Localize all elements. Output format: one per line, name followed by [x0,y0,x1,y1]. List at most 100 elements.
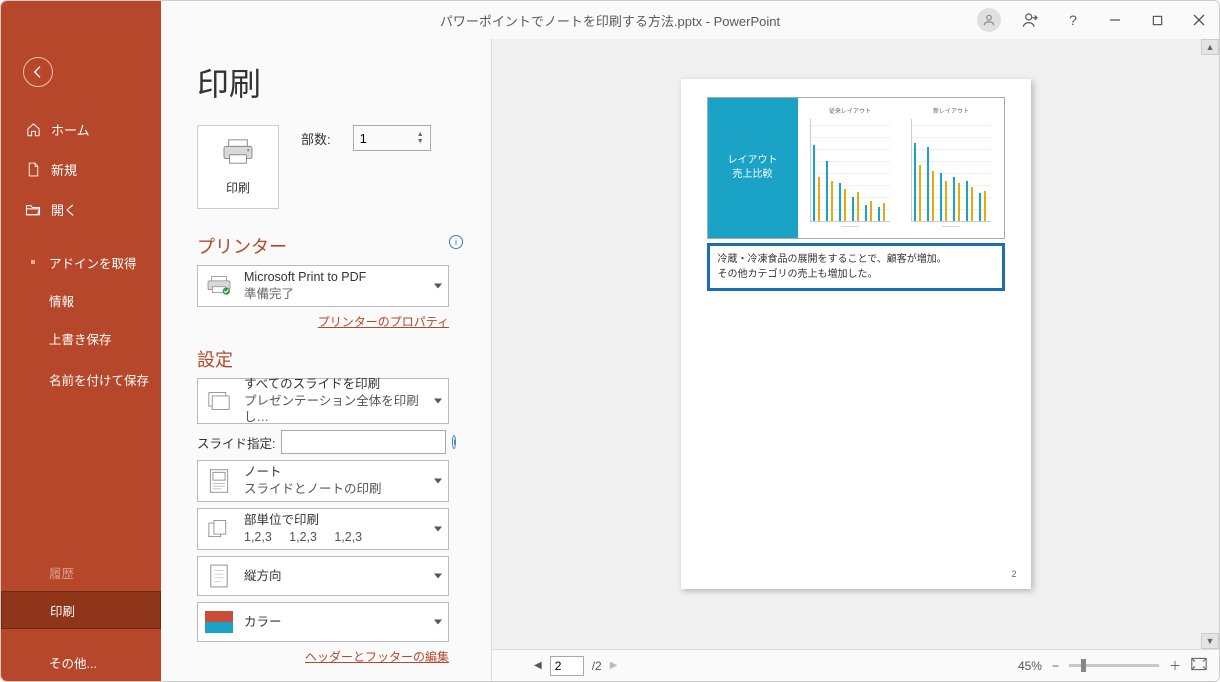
chevron-down-icon [434,284,442,289]
notes-line1: 冷蔵・冷凍食品の展開をすることで、顧客が増加。 [718,252,994,267]
slide-title-block: レイアウト 売上比較 [708,98,798,238]
printer-heading: プリンター i [197,233,461,259]
chart-2-axis: ───── [942,224,960,230]
collate-dropdown[interactable]: 部単位で印刷 1,2,3 1,2,3 1,2,3 [197,508,449,550]
print-options-panel: 印刷 印刷 部数: 1 ▲▼ プリンター [161,39,491,681]
slide-thumbnail: レイアウト 売上比較 従来レイアウト ───── 新レイアウ [707,97,1005,239]
help-icon[interactable]: ? [1061,8,1085,32]
sidebar-item-label: アドインを取得 [49,253,137,272]
color-line1: カラー [244,614,442,631]
printer-icon [221,138,255,171]
portrait-icon [204,561,234,591]
next-page-button[interactable]: ▶ [610,660,618,671]
color-swatch-icon [204,607,234,637]
sidebar-item-label: 履歴 [49,563,74,582]
slide-charts: 従来レイアウト ───── 新レイアウト ───── [798,98,1004,238]
print-range-dropdown[interactable]: すべてのスライドを印刷 プレゼンテーション全体を印刷し… [197,378,449,424]
zoom-to-fit-button[interactable] [1191,657,1207,674]
sidebar-item-get-addins[interactable]: アドインを取得 [1,243,161,281]
open-icon [25,201,41,217]
backstage-body: ホーム 新規 開く アドインを取得 情報 上書き保存 名前を付けて保存 履歴 印… [1,39,1219,681]
sidebar-item-new[interactable]: 新規 [1,149,161,189]
chevron-down-icon [434,527,442,532]
backstage-sidebar: ホーム 新規 開く アドインを取得 情報 上書き保存 名前を付けて保存 履歴 印… [1,39,161,681]
collate-line2: 1,2,3 1,2,3 1,2,3 [244,529,442,546]
printer-dropdown[interactable]: Microsoft Print to PDF 準備完了 [197,265,449,307]
notes-box: 冷蔵・冷凍食品の展開をすることで、顧客が増加。 その他カテゴリの売上も増加した。 [707,243,1005,291]
preview-page: レイアウト 売上比較 従来レイアウト ───── 新レイアウ [681,79,1031,589]
sidebar-item-label: 上書き保存 [49,329,112,348]
copies-label: 部数: [301,129,331,148]
layout-dropdown[interactable]: ノート スライドとノートの印刷 [197,460,449,502]
copies-input[interactable]: 1 ▲▼ [353,125,431,151]
close-button[interactable] [1187,8,1211,32]
scroll-up-icon[interactable]: ▲ [1201,39,1219,55]
print-button[interactable]: 印刷 [197,125,279,209]
backstage-main: 印刷 印刷 部数: 1 ▲▼ プリンター [161,39,1219,681]
printer-properties-link[interactable]: プリンターのプロパティ [197,313,449,330]
account-avatar[interactable] [977,8,1001,32]
sidebar-item-info[interactable]: 情報 [1,281,161,319]
sidebar-item-label: 名前を付けて保存 [49,373,149,389]
chart-2-title: 新レイアウト [933,106,969,115]
coming-soon-icon[interactable] [1019,8,1043,32]
notes-layout-icon [204,466,234,496]
spinner-icon[interactable]: ▲▼ [417,131,424,145]
header-footer-link[interactable]: ヘッダーとフッターの編集 [197,648,449,665]
chevron-down-icon [434,620,442,625]
print-range-line1: すべてのスライドを印刷 [244,376,442,393]
chevron-down-icon [434,399,442,404]
zoom-in-button[interactable]: ＋ [1169,657,1181,674]
new-badge-dot [31,260,35,264]
chart-1-axis: ───── [841,224,859,230]
sidebar-item-more[interactable]: その他... [1,643,161,681]
slides-all-icon [204,386,234,416]
sidebar-item-print[interactable]: 印刷 [1,591,161,629]
sidebar-item-save-as[interactable]: 名前を付けて保存 [1,357,161,405]
sidebar-item-label: ホーム [51,120,90,139]
chevron-down-icon [434,479,442,484]
notes-line2: その他カテゴリの売上も増加した。 [718,267,994,282]
sidebar-item-open[interactable]: 開く [1,189,161,229]
sidebar-item-history[interactable]: 履歴 [1,553,161,591]
prev-page-button[interactable]: ◀ [534,660,542,671]
page-number-input[interactable] [550,656,584,676]
sidebar-item-label: 開く [51,200,77,219]
scroll-down-icon[interactable]: ▼ [1201,633,1219,649]
copies-value: 1 [360,131,367,146]
window-title: パワーポイントでノートを印刷する方法.pptx - PowerPoint [440,11,780,30]
preview-scrollbar[interactable]: ▲ ▼ [1201,39,1219,649]
slides-specify-input[interactable] [281,430,446,454]
info-icon[interactable]: i [449,235,463,249]
chevron-down-icon [434,574,442,579]
settings-heading: 設定 [197,346,461,372]
sidebar-item-label: 新規 [51,160,77,179]
layout-line1: ノート [244,464,442,481]
preview-canvas: レイアウト 売上比較 従来レイアウト ───── 新レイアウ [492,39,1219,649]
sidebar-item-home[interactable]: ホーム [1,109,161,149]
zoom-label: 45% [1018,659,1042,673]
orientation-dropdown[interactable]: 縦方向 [197,556,449,596]
home-icon [25,121,41,137]
maximize-button[interactable] [1145,8,1169,32]
zoom-slider[interactable] [1069,664,1159,667]
zoom-out-button[interactable]: − [1052,659,1059,673]
app-window: パワーポイントでノートを印刷する方法.pptx - PowerPoint ? [0,0,1220,682]
page-title: 印刷 [197,59,461,105]
slides-specify-label: スライド指定: [197,433,275,452]
sidebar-item-label: 情報 [49,291,74,310]
layout-line2: スライドとノートの印刷 [244,481,442,498]
info-icon[interactable]: i [452,435,456,449]
chart-2-bars [911,119,991,222]
chart-2: 新レイアウト ───── [905,106,998,230]
print-preview-panel: レイアウト 売上比較 従来レイアウト ───── 新レイアウ [491,39,1219,681]
print-button-label: 印刷 [226,179,250,196]
orientation-line1: 縦方向 [244,568,442,585]
page-total: /2 [592,659,602,673]
sidebar-item-save[interactable]: 上書き保存 [1,319,161,357]
back-button[interactable] [23,57,53,87]
minimize-button[interactable] [1103,8,1127,32]
preview-status-bar: ◀ /2 ▶ 45% − ＋ [492,649,1219,681]
titlebar-actions: ? [977,8,1211,32]
color-dropdown[interactable]: カラー [197,602,449,642]
